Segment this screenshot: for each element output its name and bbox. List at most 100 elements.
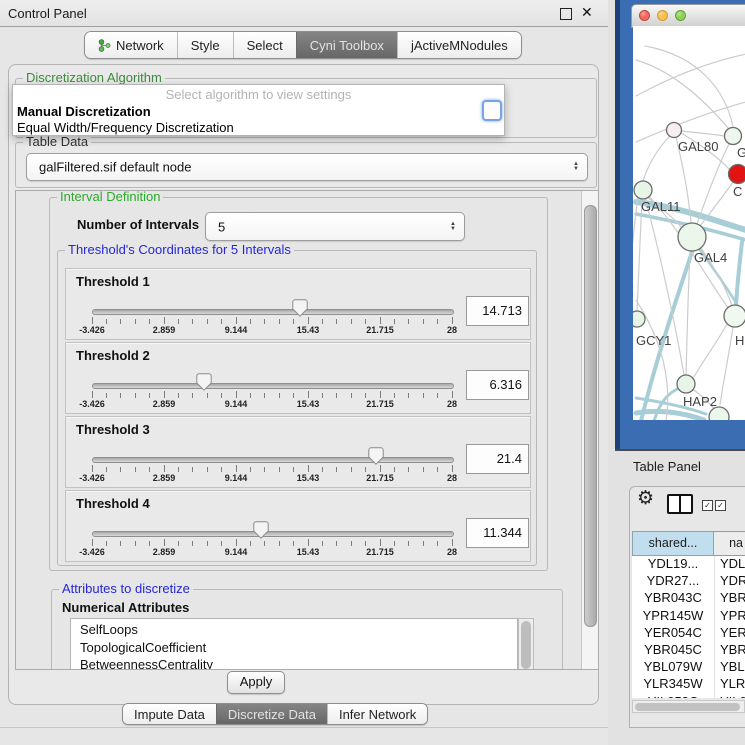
column-header-name[interactable]: na [714,531,745,556]
table-row[interactable]: YDL19... YDL1 [632,556,745,573]
slider-track[interactable] [92,383,454,389]
cell-shared-name[interactable]: YLR345W [632,676,714,691]
table-row[interactable]: YER054C YER0 [632,625,745,642]
cell-name[interactable]: YPR1 [720,608,745,623]
cell-name[interactable]: YBR0 [720,590,745,605]
tick-mark [207,541,208,546]
horizontal-scrollbar[interactable] [632,700,745,713]
tab-discretize-data[interactable]: Discretize Data [216,704,327,724]
popup-item-equal-width-frequency[interactable]: Equal Width/Frequency Discretization [17,120,234,135]
network-node-g[interactable] [725,128,742,145]
attribute-item-selfloops[interactable]: SelfLoops [71,621,517,639]
network-node-hap2[interactable] [677,375,695,393]
table-row[interactable]: YBR045C YBR0 [632,642,745,659]
float-window-icon[interactable] [560,8,572,20]
network-node-gcy1[interactable] [633,311,645,327]
slider-thumb[interactable] [368,447,384,465]
vertical-scrollbar-thumb[interactable] [584,205,597,627]
cell-shared-name[interactable]: YBL079W [632,659,714,674]
table-row[interactable]: YBL079W YBL0 [632,659,745,676]
tab-infer-network[interactable]: Infer Network [327,704,427,724]
cell-shared-name[interactable]: YBR043C [632,590,714,605]
table-row[interactable]: YBR043C YBR0 [632,590,745,607]
slider-track[interactable] [92,457,454,463]
tick-label: 2.859 [134,547,194,557]
network-node-gal11[interactable] [634,181,652,199]
threshold-value-field[interactable]: 6.316 [466,370,529,400]
number-of-intervals-combobox[interactable]: 5 ▲▼ [205,212,465,241]
table-row[interactable]: YDR27... YDR2 [632,573,745,590]
attributes-list-scrollbar-thumb[interactable] [521,621,531,669]
tab-jactivemnodules[interactable]: jActiveMNodules [397,32,521,58]
popup-item-manual-discretization[interactable]: Manual Discretization [17,104,151,119]
slider-thumb[interactable] [253,521,269,539]
column-layout-icon[interactable] [667,494,693,514]
network-canvas[interactable]: GAL80GCGAL11GAL4GCY1HHAP2 [633,26,745,420]
gear-icon[interactable]: ⚙ [637,489,654,509]
tick-label: 28 [422,547,482,557]
tick-mark [135,541,136,546]
slider-track[interactable] [92,531,454,537]
slider-thumb[interactable] [292,299,308,317]
zoom-traffic-light-icon[interactable] [675,10,686,21]
cell-name[interactable]: YDL1 [720,556,745,571]
network-node-h[interactable] [724,305,745,327]
horizontal-scrollbar-thumb[interactable] [635,703,740,711]
close-traffic-light-icon[interactable] [639,10,650,21]
threshold-value-field[interactable]: 11.344 [466,518,529,548]
tab-select[interactable]: Select [233,32,296,58]
tab-network[interactable]: Network [85,32,177,58]
cell-name[interactable]: YIL0 [720,694,745,699]
tick-mark [149,467,150,472]
tick-mark [207,319,208,324]
cell-name[interactable]: YBR0 [720,642,745,657]
apply-button[interactable]: Apply [227,671,285,694]
network-node-red[interactable] [729,165,745,184]
tick-mark [408,393,409,398]
cell-shared-name[interactable]: YER054C [632,625,714,640]
tab-cyni-toolbox[interactable]: Cyni Toolbox [296,32,397,58]
network-node-gal80[interactable] [667,123,682,138]
attribute-item-topologicalcoefficient[interactable]: TopologicalCoefficient [71,639,517,657]
threshold-3-box: Threshold 3-3.4262.8599.14415.4321.71528… [65,416,531,488]
minimize-traffic-light-icon[interactable] [657,10,668,21]
cell-shared-name[interactable]: YDL19... [632,556,714,571]
tick-mark [178,319,179,324]
network-node-gal4[interactable] [678,223,706,251]
cell-name[interactable]: YER0 [720,625,745,640]
cell-shared-name[interactable]: YDR27... [632,573,714,588]
tick-mark [423,467,424,472]
tick-label: 21.715 [350,547,410,557]
tab-label: Select [247,38,283,53]
threshold-value-field[interactable]: 21.4 [466,444,529,474]
close-icon[interactable]: ✕ [581,4,593,21]
cell-shared-name[interactable]: YPR145W [632,608,714,623]
table-row[interactable]: YIL052C YIL0 [632,694,745,699]
slider-thumb[interactable] [196,373,212,391]
tick-mark [452,539,453,546]
combo-focus-button-fragment[interactable] [482,100,502,121]
cell-shared-name[interactable]: YIL052C [632,694,714,699]
table-row[interactable]: YPR145W YPR1 [632,608,745,625]
cell-name[interactable]: YDR2 [720,573,745,588]
attribute-item-betweennesscentrality[interactable]: BetweennessCentrality [71,656,517,670]
cell-name[interactable]: YBL0 [720,659,745,674]
vertical-scrollbar[interactable] [581,191,598,669]
tab-style[interactable]: Style [177,32,233,58]
cell-shared-name[interactable]: YBR045C [632,642,714,657]
tick-mark [106,393,107,398]
slider-track[interactable] [92,309,454,315]
column-header-shared-name[interactable]: shared... [632,531,714,556]
cell-name[interactable]: YLR3 [720,676,745,691]
table-row[interactable]: YLR345W YLR3 [632,676,745,693]
table-data-combobox[interactable]: galFiltered.sif default node ▲▼ [26,153,588,181]
tab-impute-data[interactable]: Impute Data [123,704,216,724]
threshold-value-field[interactable]: 14.713 [466,296,529,326]
tick-mark [221,467,222,472]
attributes-list-scrollbar[interactable] [518,618,534,670]
network-window-titlebar[interactable] [631,4,745,28]
tick-mark [264,393,265,398]
checkbox-icon[interactable]: ✓ [702,500,713,511]
checkbox-icon[interactable]: ✓ [715,500,726,511]
network-node-label: GCY1 [636,333,671,348]
